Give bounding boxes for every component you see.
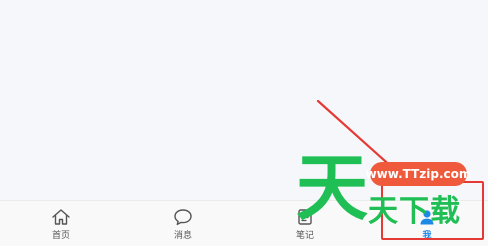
chat-bubble-icon (174, 209, 192, 226)
watermark-site-text: www.TTzip.com (365, 167, 472, 181)
watermark-site-badge: www.TTzip.com (366, 162, 471, 186)
tab-messages-label: 消息 (173, 231, 192, 241)
tab-notes-label: 笔记 (295, 231, 314, 241)
tab-messages[interactable]: 消息 (122, 201, 244, 246)
home-icon (52, 209, 70, 225)
watermark-logo-char: 天 (296, 146, 369, 230)
tab-home[interactable]: 首页 (0, 201, 122, 246)
watermark-chars: 天下载 (368, 194, 461, 229)
tab-home-label: 首页 (51, 231, 70, 241)
